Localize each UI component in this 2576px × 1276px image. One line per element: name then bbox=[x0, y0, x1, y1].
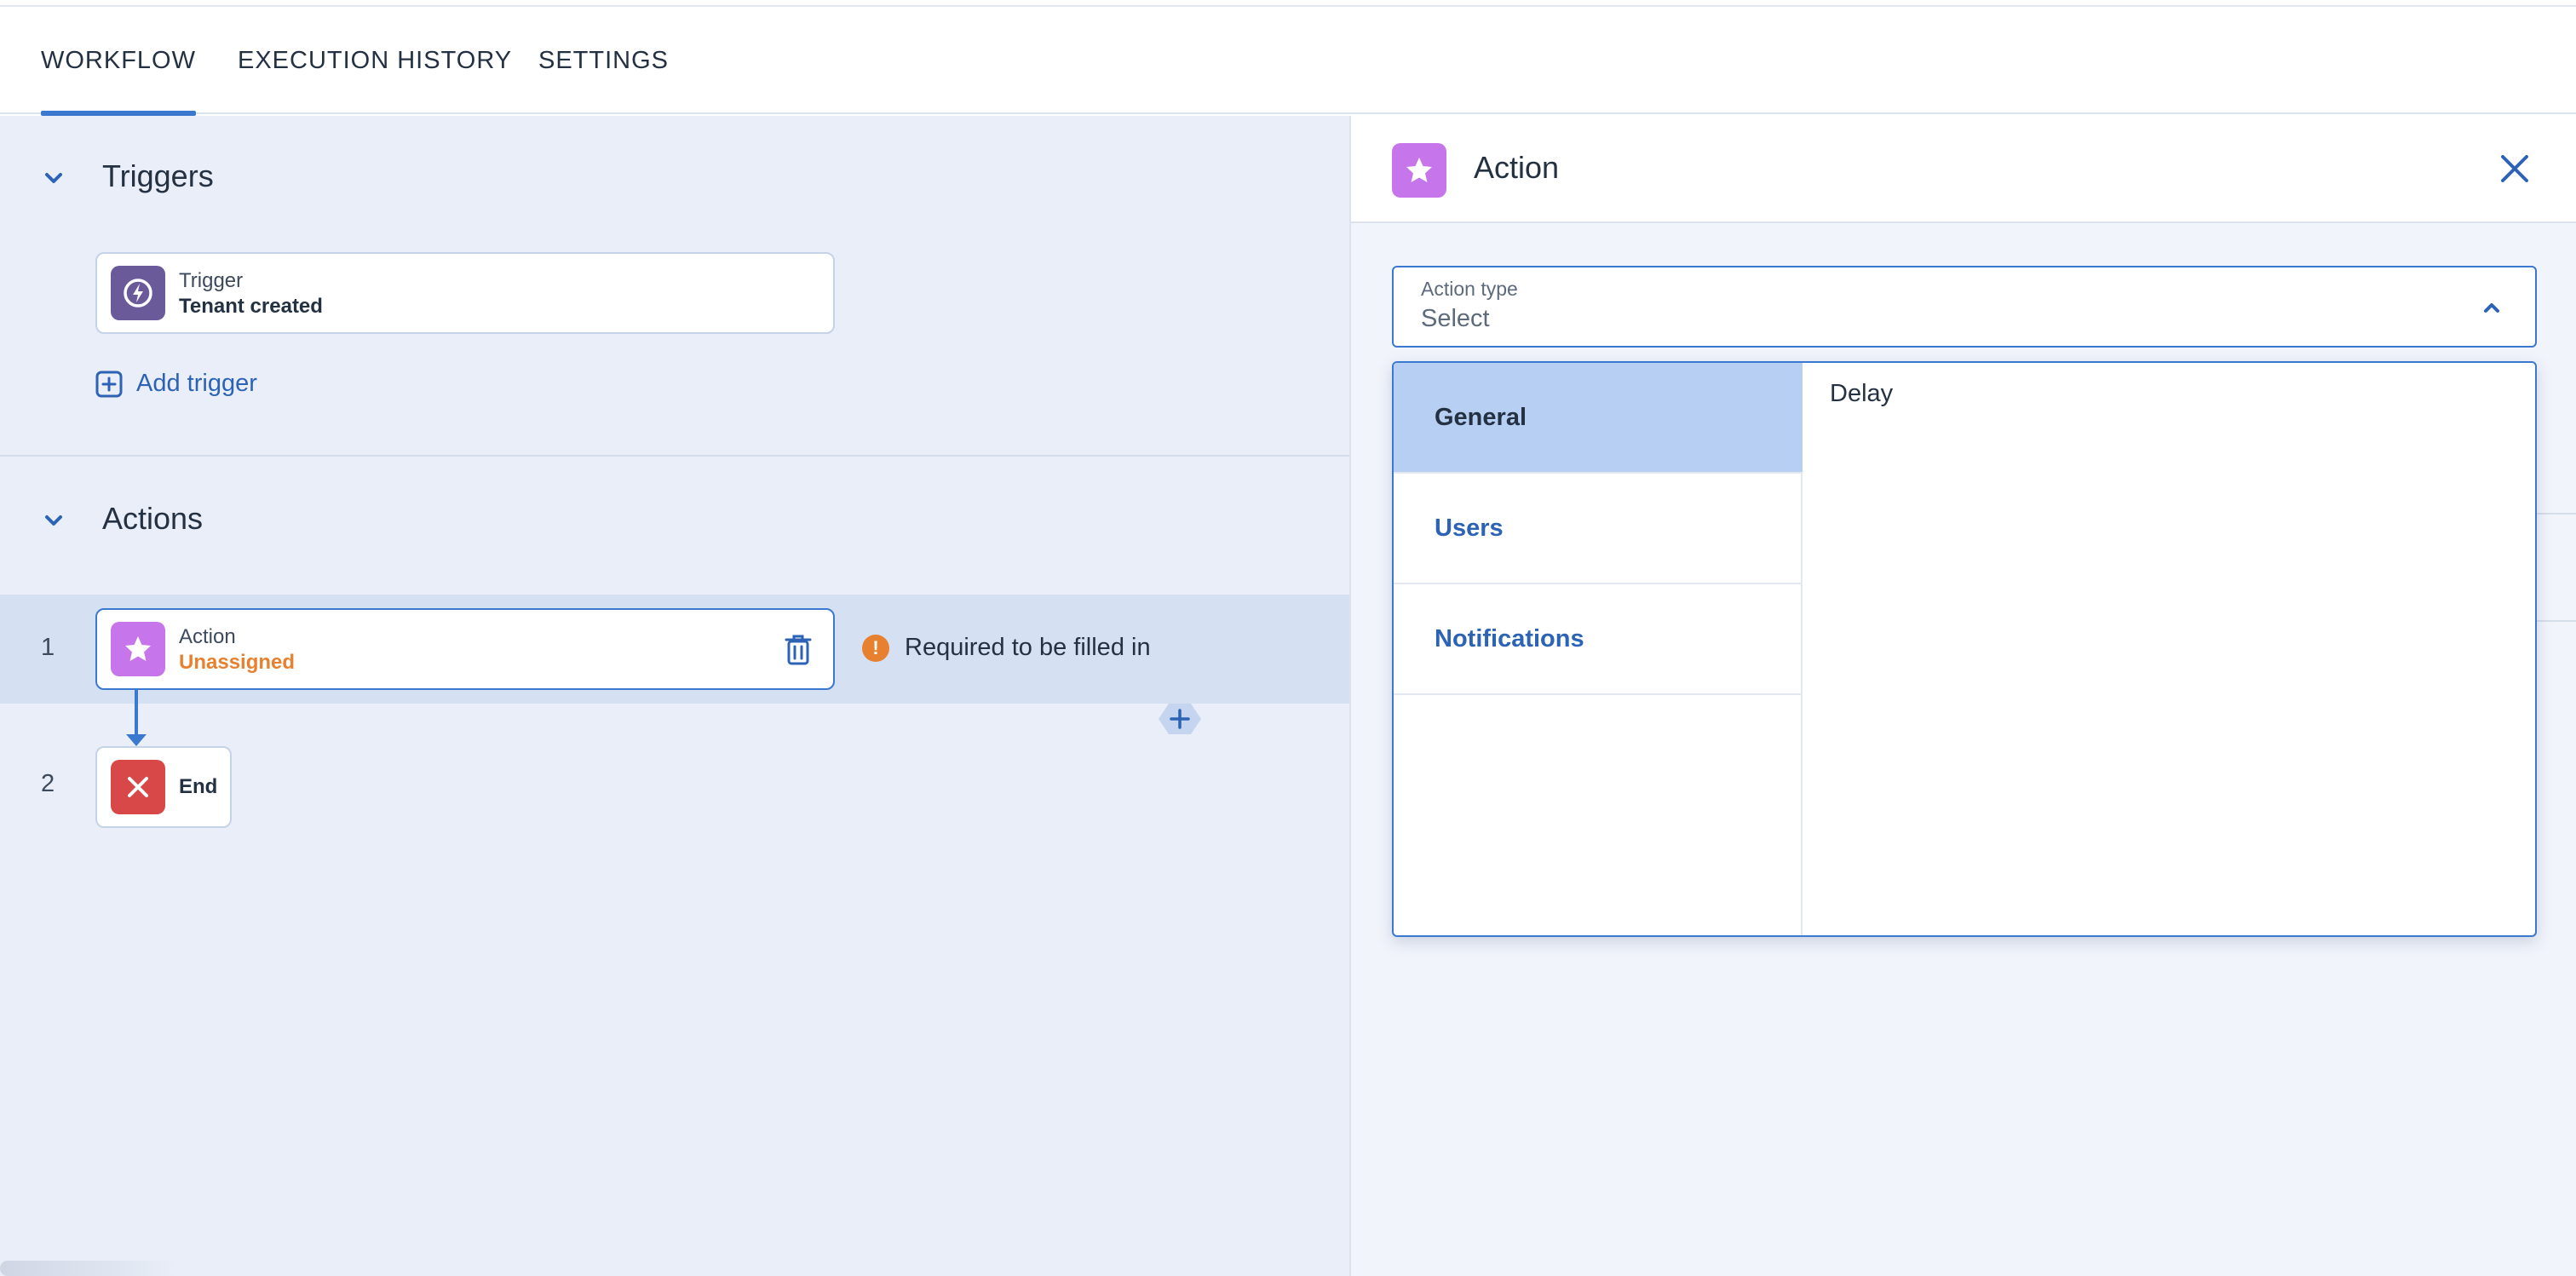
chevron-down-icon[interactable] bbox=[41, 508, 66, 533]
chevron-down-icon[interactable] bbox=[41, 165, 66, 191]
tab-settings[interactable]: SETTINGS bbox=[538, 7, 669, 114]
end-card-label: End bbox=[179, 775, 218, 798]
validation-warning: ! Required to be filled in bbox=[862, 634, 1151, 662]
category-list: General Users Notifications bbox=[1394, 363, 1803, 935]
plus-square-icon bbox=[95, 371, 123, 397]
warning-text: Required to be filled in bbox=[905, 634, 1151, 661]
star-icon bbox=[111, 622, 165, 676]
tab-execution-history[interactable]: EXECUTION HISTORY bbox=[238, 7, 512, 114]
category-general[interactable]: General bbox=[1394, 363, 1803, 474]
bolt-icon bbox=[111, 266, 165, 320]
tab-workflow[interactable]: WORKFLOW bbox=[41, 7, 196, 116]
workflow-canvas: Triggers Trigger Tenant created Add trig… bbox=[0, 116, 1349, 1276]
step-number: 1 bbox=[41, 634, 55, 661]
step-connector bbox=[135, 690, 138, 741]
trigger-card-label: Trigger bbox=[179, 269, 244, 292]
insert-step-button[interactable] bbox=[1157, 700, 1203, 738]
plus-icon bbox=[1159, 704, 1201, 734]
warning-icon: ! bbox=[862, 634, 889, 662]
end-card[interactable]: End bbox=[95, 746, 232, 828]
close-icon bbox=[2501, 155, 2528, 182]
option-delay[interactable]: Delay bbox=[1830, 380, 1893, 408]
category-notifications[interactable]: Notifications bbox=[1394, 584, 1803, 695]
select-label: Action type bbox=[1421, 278, 1518, 300]
select-value: Select bbox=[1421, 305, 1490, 332]
actions-title: Actions bbox=[102, 501, 204, 536]
star-icon bbox=[1392, 143, 1446, 198]
connector-arrow bbox=[126, 734, 147, 746]
trash-icon[interactable] bbox=[784, 634, 814, 666]
action-type-select[interactable]: Action type Select bbox=[1392, 266, 2537, 348]
trigger-card-value: Tenant created bbox=[179, 295, 323, 318]
window-corner-shadow bbox=[0, 1261, 179, 1276]
section-divider bbox=[0, 455, 1349, 457]
trigger-card[interactable]: Trigger Tenant created bbox=[95, 252, 835, 334]
action-type-dropdown: General Users Notifications Delay bbox=[1392, 361, 2537, 937]
close-panel-button[interactable] bbox=[2493, 147, 2537, 191]
tab-bar: WORKFLOW EXECUTION HISTORY SETTINGS bbox=[0, 7, 2576, 116]
add-trigger-button[interactable]: Add trigger bbox=[95, 370, 257, 398]
close-x-icon bbox=[111, 760, 165, 814]
panel-header: Action bbox=[1351, 116, 2576, 223]
category-users[interactable]: Users bbox=[1394, 474, 1803, 584]
triggers-title: Triggers bbox=[102, 158, 214, 193]
step-number: 2 bbox=[41, 770, 55, 797]
chevron-up-icon[interactable] bbox=[2479, 295, 2504, 320]
action-side-panel: Action Action type Select General Users … bbox=[1349, 116, 2576, 1276]
window-top-edge bbox=[0, 0, 2576, 7]
action-card-label: Action bbox=[179, 625, 236, 648]
action-card[interactable]: Action Unassigned bbox=[95, 608, 835, 690]
action-card-status: Unassigned bbox=[179, 651, 296, 674]
panel-title: Action bbox=[1474, 150, 1560, 185]
add-trigger-label: Add trigger bbox=[136, 370, 257, 397]
